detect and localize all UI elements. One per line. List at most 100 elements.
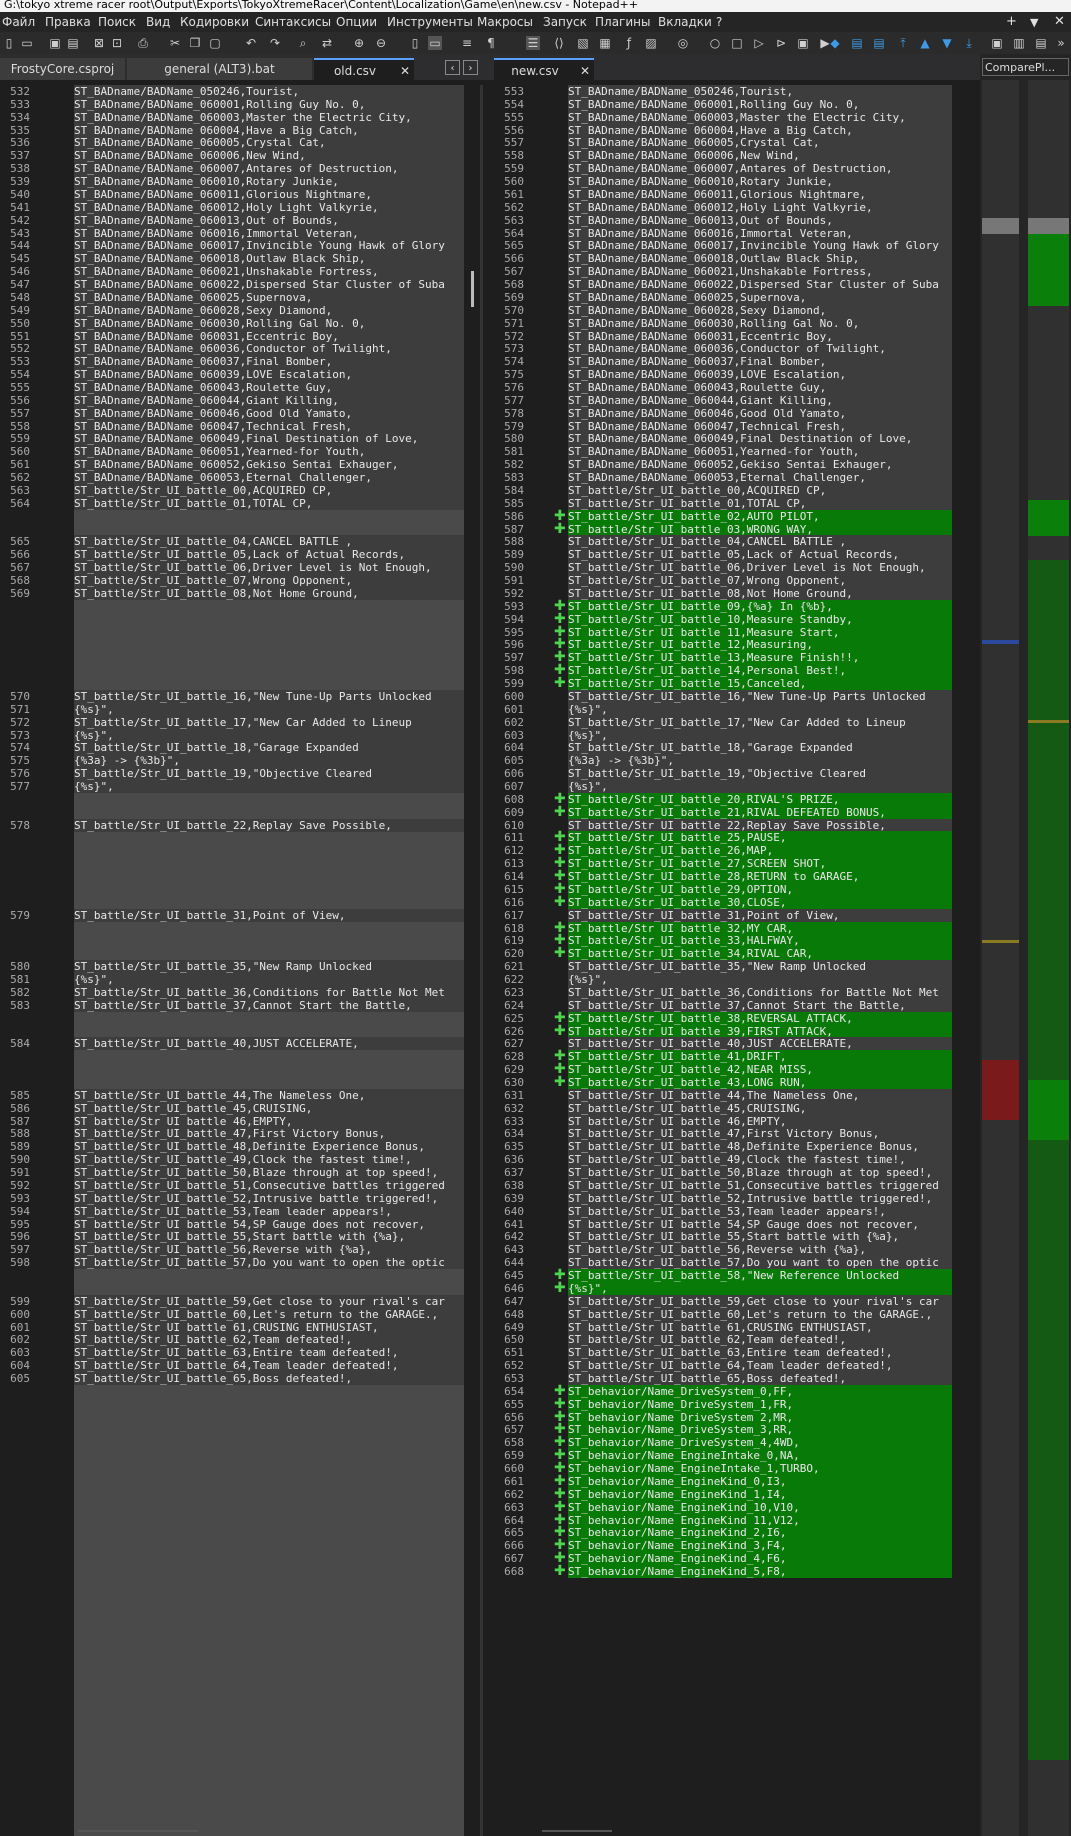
open-file-icon[interactable]: ▭ <box>20 36 34 50</box>
play-macro-icon[interactable]: ▷ <box>752 36 766 50</box>
tab-general-bat[interactable]: general (ALT3).bat <box>127 58 312 80</box>
zoom-out-icon[interactable]: ⊖ <box>374 36 388 50</box>
undo-icon[interactable]: ↶ <box>244 36 258 50</box>
window-title: G:\tokyo xtreme racer root\Output\Export… <box>4 0 638 11</box>
close-icon[interactable]: ✕ <box>1054 14 1065 29</box>
navigation-bar-icon[interactable]: ▥ <box>1012 36 1026 50</box>
code-line[interactable]: ST_battle/Str_UI_battle_31,Point of View… <box>74 908 464 922</box>
diff-minimap[interactable] <box>980 80 1071 1836</box>
menu-tools[interactable]: Инструменты <box>387 15 473 29</box>
menu-encoding[interactable]: Кодировки <box>180 15 249 29</box>
menu-run[interactable]: Запуск <box>543 15 587 29</box>
close-icon[interactable]: ✕ <box>400 60 410 82</box>
redo-icon[interactable]: ↷ <box>268 36 282 50</box>
replace-icon[interactable]: ⇄ <box>320 36 334 50</box>
code-area[interactable]: ST_BADname/BADName_050246,Tourist, ST_BAD… <box>568 85 952 1836</box>
next-diff-icon[interactable]: ▼ <box>940 36 954 50</box>
word-wrap-icon[interactable]: ≡ <box>460 36 474 50</box>
code-line[interactable]: ST_battle/Str_UI_battle_57,Do you want t… <box>74 1256 464 1270</box>
tab-prev-icon[interactable]: ‹ <box>445 60 460 75</box>
compare-clear-icon[interactable]: ▤ <box>872 36 886 50</box>
code-line[interactable]: ST_battle/Str_UI_battle_37,Cannot Start … <box>74 998 464 1012</box>
menu-tabs[interactable]: Вкладки <box>658 15 712 29</box>
close-icon[interactable]: ✕ <box>580 60 590 82</box>
vertical-scrollbar[interactable] <box>468 85 480 1836</box>
first-diff-icon[interactable]: ⤒ <box>896 36 910 50</box>
code-line[interactable]: ST_battle/Str_UI_battle_19,"Objective Cl… <box>74 767 464 781</box>
tab-frostycore[interactable]: FrostyCore.csproj <box>0 58 125 80</box>
code-line[interactable]: ST_battle/Str_UI_battle_22,Replay Save P… <box>74 818 464 832</box>
stop-macro-icon[interactable]: □ <box>730 36 744 50</box>
editor-pane-new[interactable]: 553 554 555 556 557 558 559 560 561 562 563 564 565 5… <box>494 85 980 1836</box>
vertical-scrollbar[interactable] <box>958 85 970 1836</box>
code-line[interactable]: ST_battle/Str_UI_battle_35,"New Ramp Unl… <box>74 960 464 974</box>
scrollbar-thumb[interactable] <box>471 271 474 307</box>
compare-diff-icon[interactable]: ▤ <box>850 36 864 50</box>
more-icon[interactable]: » <box>1054 36 1068 50</box>
play-multiple-icon[interactable]: ⊳ <box>774 36 788 50</box>
record-macro-icon[interactable]: ○ <box>708 36 722 50</box>
pane-splitter[interactable] <box>480 85 483 1836</box>
code-line[interactable]: ST_battle/Str_UI_battle_17,"New Car Adde… <box>74 715 464 729</box>
menu-edit[interactable]: Правка <box>45 15 91 29</box>
menu-options[interactable]: Опции <box>336 15 377 29</box>
save-all-icon[interactable]: ▤ <box>66 36 80 50</box>
copy-icon[interactable]: ❐ <box>188 36 202 50</box>
close-file-icon[interactable]: ⊠ <box>92 36 106 50</box>
menu-syntax[interactable]: Синтаксисы <box>255 15 331 29</box>
sync-scroll-h-icon[interactable]: ▭ <box>428 36 442 50</box>
editor-pane-old[interactable]: 532 533 534 535 536 537 538 539 540 541 542 543 544 5… <box>0 85 480 1836</box>
compare-panel-title: ComparePl... <box>982 58 1069 76</box>
tab-old-csv[interactable]: old.csv ✕ <box>314 58 414 80</box>
compare-options-icon[interactable]: ▤ <box>1034 36 1048 50</box>
code-line[interactable]: ST_battle/Str_UI_battle_08,Not Home Grou… <box>74 586 464 600</box>
zoom-in-icon[interactable]: ⊕ <box>352 36 366 50</box>
code-line[interactable]: ST_battle/Str_UI_battle_65,Boss defeated… <box>74 1372 464 1385</box>
paste-icon[interactable]: ▢ <box>208 36 222 50</box>
compare-icon[interactable]: ◆ <box>828 36 842 50</box>
show-all-chars-icon[interactable]: ¶ <box>484 36 498 50</box>
function-list-icon[interactable]: ƒ <box>622 36 636 50</box>
menu-search[interactable]: Поиск <box>98 15 136 29</box>
doc-list-icon[interactable]: ▦ <box>598 36 612 50</box>
menu-macros[interactable]: Макросы <box>477 15 533 29</box>
new-tab-icon[interactable]: + <box>1006 14 1017 29</box>
added-line[interactable]: ST_battle/Str_UI_battle_58,"New Referenc… <box>568 1269 952 1283</box>
tab-next-icon[interactable]: › <box>463 60 478 75</box>
code-line[interactable]: ST_battle/Str_UI_battle_19,"Objective Cl… <box>568 767 952 781</box>
doc-map-icon[interactable]: ▧ <box>576 36 590 50</box>
prev-diff-icon[interactable]: ▲ <box>918 36 932 50</box>
code-line[interactable]: ST_battle/Str_UI_battle_17,"New Car Adde… <box>568 715 952 729</box>
new-file-icon[interactable]: ▯ <box>2 36 16 50</box>
code-line[interactable]: ST_battle/Str_UI_battle_40,JUST ACCELERA… <box>74 1037 464 1051</box>
horizontal-scrollbar[interactable] <box>78 1830 198 1832</box>
last-diff-icon[interactable]: ⤓ <box>962 36 976 50</box>
xml-icon[interactable]: ⟨⟩ <box>552 36 566 50</box>
code-line[interactable]: ST_battle/Str_UI_battle_01,TOTAL CP, <box>74 496 464 510</box>
compare-settings-icon[interactable]: ▣ <box>990 36 1004 50</box>
folder-workspace-icon[interactable]: ▨ <box>644 36 658 50</box>
save-macro-icon[interactable]: ▣ <box>796 36 810 50</box>
menu-help[interactable]: ? <box>716 15 722 29</box>
cut-icon[interactable]: ✂ <box>168 36 182 50</box>
added-line[interactable]: ST_behavior/Name_EngineKind_5,F8, <box>568 1565 952 1579</box>
find-icon[interactable]: ⌕ <box>296 36 310 50</box>
sync-scroll-v-icon[interactable]: ▯ <box>408 36 422 50</box>
code-line[interactable]: ST_battle/Str_UI_battle_35,"New Ramp Unl… <box>568 960 952 974</box>
code-area[interactable]: ST_BADname/BADName_050246,Tourist, ST_BAD… <box>74 85 464 1836</box>
print-icon[interactable]: ⎙ <box>136 36 150 50</box>
menu-plugins[interactable]: Плагины <box>595 15 650 29</box>
code-line[interactable]: {%s}", <box>74 779 464 793</box>
indent-guide-icon[interactable]: ☰ <box>526 36 540 50</box>
save-icon[interactable]: ▣ <box>48 36 62 50</box>
code-line[interactable]: ST_battle/Str_UI_battle_16,"New Tune-Up … <box>74 689 464 703</box>
monitoring-icon[interactable]: ◎ <box>676 36 690 50</box>
menu-view[interactable]: Вид <box>146 15 170 29</box>
minimap-change-mark <box>1028 720 1069 723</box>
tab-new-csv[interactable]: new.csv ✕ <box>494 58 594 80</box>
menu-file[interactable]: Файл <box>2 15 35 29</box>
horizontal-scrollbar[interactable] <box>542 1830 612 1832</box>
dropdown-icon[interactable]: ▼ <box>1030 16 1038 29</box>
code-line[interactable]: ST_battle/Str_UI_battle_16,"New Tune-Up … <box>568 689 952 703</box>
close-all-icon[interactable]: ⊡ <box>110 36 124 50</box>
